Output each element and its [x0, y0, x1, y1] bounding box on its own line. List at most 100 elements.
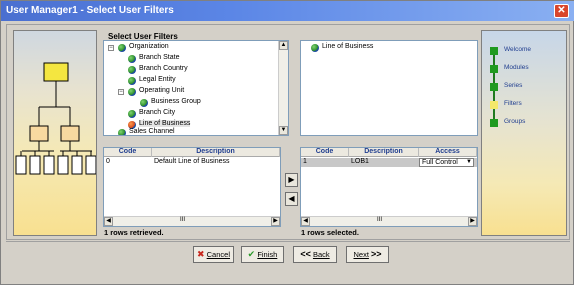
window-title: User Manager1 - Select User Filters — [6, 5, 174, 16]
user-manager-window: User Manager1 - Select User Filters ✕ Se… — [0, 0, 574, 285]
cell-code: 1 — [303, 158, 307, 165]
scroll-right-button[interactable]: ▶ — [271, 217, 280, 226]
tree-item-label: Operating Unit — [139, 87, 185, 94]
globe-icon — [128, 55, 136, 63]
selected-tree-item-line-of-business[interactable]: Line of Business — [311, 43, 461, 53]
grid-horizontal-scrollbar[interactable]: ◀ III ▶ — [104, 216, 280, 226]
org-chart-graphic — [15, 62, 96, 175]
tree-item-label: Branch State — [139, 54, 180, 61]
tree-item-business-group[interactable]: Business Group — [140, 98, 270, 108]
collapse-icon[interactable]: − — [108, 45, 114, 51]
scroll-down-button[interactable]: ▼ — [279, 126, 288, 135]
step-modules[interactable]: Modules — [490, 63, 560, 77]
step-marker-icon — [490, 65, 498, 73]
tree-item-label: Branch City — [139, 109, 176, 116]
step-label: Filters — [504, 100, 522, 107]
step-marker-icon — [490, 47, 498, 55]
tree-item-label: Line of Business — [139, 120, 191, 127]
grid-header: Code Description — [104, 148, 280, 157]
cell-code: 0 — [106, 158, 110, 165]
step-welcome[interactable]: Welcome — [490, 45, 560, 59]
step-marker-icon — [490, 119, 498, 127]
grid-header: Code Description Access — [301, 148, 477, 157]
globe-icon — [128, 110, 136, 118]
add-selected-button[interactable]: ▶ — [285, 173, 298, 187]
remove-selected-button[interactable]: ◀ — [285, 192, 298, 206]
footer-separator — [6, 241, 570, 242]
tree-item-label: Line of Business — [322, 43, 374, 50]
close-button[interactable]: ✕ — [554, 4, 569, 18]
column-header-access[interactable]: Access — [419, 148, 477, 157]
cancel-icon: ✖ — [197, 249, 205, 259]
org-chart-illustration — [13, 30, 97, 236]
tree-item-label: Business Group — [151, 98, 201, 105]
cell-description: Default Line of Business — [154, 158, 230, 165]
globe-icon — [140, 99, 148, 107]
table-row[interactable]: 0 Default Line of Business — [104, 158, 280, 167]
step-label: Series — [504, 82, 523, 89]
tree-item-branch-state[interactable]: Branch State — [128, 54, 268, 64]
available-values-grid: Code Description 0 Default Line of Busin… — [103, 147, 281, 227]
tree-item-legal-entity[interactable]: Legal Entity — [128, 76, 268, 86]
access-value: Full Control — [422, 159, 458, 166]
tree-vertical-scrollbar[interactable]: ▲ ▼ — [278, 41, 288, 135]
globe-icon — [128, 66, 136, 74]
selected-filter-tree: Line of Business — [300, 40, 478, 136]
tree-item-organization[interactable]: − Organization — [108, 43, 268, 53]
collapse-icon[interactable]: − — [118, 89, 124, 95]
step-marker-icon — [490, 101, 498, 109]
scroll-thumb-grip[interactable]: III — [377, 217, 382, 223]
finish-label: Finish — [257, 250, 278, 259]
next-label: Next — [353, 250, 369, 259]
tree-item-label: Sales Channel — [129, 128, 175, 135]
globe-icon — [128, 77, 136, 85]
step-label: Groups — [504, 118, 526, 125]
tree-item-operating-unit[interactable]: − Operating Unit — [118, 87, 268, 97]
column-header-code[interactable]: Code — [104, 148, 152, 157]
access-dropdown[interactable]: Full Control ▼ — [419, 158, 474, 167]
dropdown-arrow-icon: ▼ — [466, 159, 472, 165]
cell-description: LOB1 — [351, 158, 369, 165]
tree-item-label: Branch Country — [139, 65, 188, 72]
step-series[interactable]: Series — [490, 81, 560, 95]
scroll-thumb-grip[interactable]: III — [180, 217, 185, 223]
globe-icon — [311, 44, 319, 52]
step-groups[interactable]: Groups — [490, 117, 560, 131]
globe-icon — [118, 44, 126, 52]
tree-item-branch-city[interactable]: Branch City — [128, 109, 268, 119]
rows-retrieved-status: 1 rows retrieved. — [104, 228, 164, 237]
grid-horizontal-scrollbar[interactable]: ◀ III ▶ — [301, 216, 477, 226]
next-button[interactable]: Next >> — [346, 246, 389, 263]
selected-values-grid: Code Description Access 1 LOB1 Full Cont… — [300, 147, 478, 227]
back-label: Back — [312, 250, 330, 259]
cancel-label: Cancel — [206, 250, 230, 259]
back-button[interactable]: << Back — [293, 246, 337, 263]
tree-item-branch-country[interactable]: Branch Country — [128, 65, 268, 75]
cancel-button[interactable]: ✖ Cancel — [193, 246, 234, 263]
scroll-left-button[interactable]: ◀ — [104, 217, 113, 226]
tree-item-sales-channel[interactable]: Sales Channel — [118, 128, 268, 135]
globe-icon — [118, 129, 126, 135]
back-icon: << — [300, 249, 311, 259]
rows-selected-status: 1 rows selected. — [301, 228, 359, 237]
scroll-right-button[interactable]: ▶ — [468, 217, 477, 226]
column-header-code[interactable]: Code — [301, 148, 349, 157]
title-bar: User Manager1 - Select User Filters ✕ — [1, 1, 574, 21]
next-icon: >> — [371, 249, 382, 259]
finish-button[interactable]: ✔ Finish — [241, 246, 284, 263]
tree-item-label: Organization — [129, 43, 169, 50]
step-filters[interactable]: Filters — [490, 99, 560, 113]
step-marker-icon — [490, 83, 498, 91]
step-label: Modules — [504, 64, 529, 71]
scroll-left-button[interactable]: ◀ — [301, 217, 310, 226]
step-label: Welcome — [504, 46, 531, 53]
filter-tree: − Organization Branch State Branch Count… — [103, 40, 289, 136]
scroll-up-button[interactable]: ▲ — [279, 41, 288, 50]
tree-item-label: Legal Entity — [139, 76, 176, 83]
wizard-content: Select User Filters − Organization Branc… — [6, 24, 570, 240]
finish-icon: ✔ — [247, 249, 256, 259]
column-header-description[interactable]: Description — [349, 148, 419, 157]
globe-icon — [128, 88, 136, 96]
column-header-description[interactable]: Description — [152, 148, 280, 157]
wizard-steps-panel: Welcome Modules Series Filters Groups — [481, 30, 567, 236]
